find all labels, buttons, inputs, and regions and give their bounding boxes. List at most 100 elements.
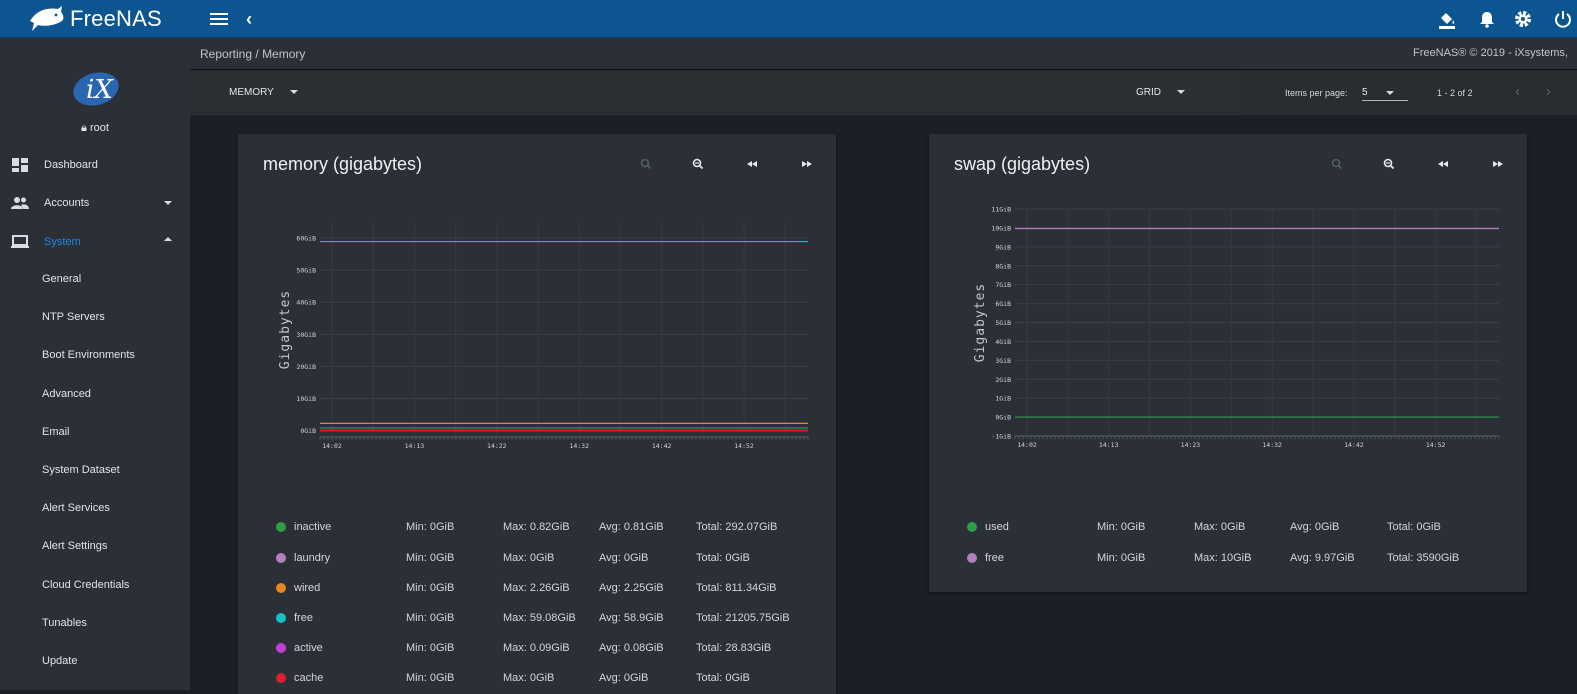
caret-down-icon[interactable] xyxy=(164,201,172,205)
memory-chart-card: memory (gigabytes) 0GiB 10GiB 20GiB 30GiB 40… xyxy=(238,134,836,694)
sidebar-subitem-tunables[interactable]: Tunables xyxy=(0,606,190,642)
step-backward-icon[interactable] xyxy=(743,156,761,172)
legend-name: cache xyxy=(294,672,324,684)
legend-max: Max: 10GiB xyxy=(1194,552,1252,564)
y-tick-label: 4GiB xyxy=(995,338,1011,346)
breadcrumb-current: Memory xyxy=(262,47,306,61)
step-forward-icon[interactable] xyxy=(798,156,816,172)
legend-item-active[interactable]: active Min: 0GiB Max: 0.09GiB Avg: 0.08GiB T… xyxy=(238,639,838,659)
zoom-out-icon[interactable] xyxy=(1381,156,1399,172)
legend-color-dot xyxy=(276,583,286,593)
legend-max: Max: 0.09GiB xyxy=(503,642,570,654)
previous-page-icon[interactable]: ‹ xyxy=(1515,83,1520,100)
sidebar-item-dashboard[interactable]: Dashboard xyxy=(0,147,190,183)
sidebar-subitem-advanced[interactable]: Advanced xyxy=(0,377,190,413)
legend-name: free xyxy=(294,612,313,624)
y-tick-label: 3GiB xyxy=(995,357,1011,365)
step-forward-icon[interactable] xyxy=(1489,156,1507,172)
x-tick-label: 14:52 xyxy=(734,442,754,450)
legend-max: Max: 2.26GiB xyxy=(503,582,570,594)
legend-item-cache[interactable]: cache Min: 0GiB Max: 0GiB Avg: 0GiB Total: 0… xyxy=(238,669,838,689)
memory-line-chart: 0GiB 10GiB 20GiB 30GiB 40GiB 50GiB 60GiB 14:02 1… xyxy=(278,222,809,450)
legend-total: Total: 3590GiB xyxy=(1387,552,1460,564)
legend-total: Total: 0GiB xyxy=(696,552,750,564)
y-tick-label: 5GiB xyxy=(995,319,1011,327)
legend-color-dot xyxy=(276,643,286,653)
sidebar-subitem-alert-settings[interactable]: Alert Settings xyxy=(0,529,190,565)
layout-value: GRID xyxy=(1136,87,1161,98)
legend-max: Max: 0GiB xyxy=(503,672,555,684)
zoom-out-icon[interactable] xyxy=(690,156,708,172)
caret-up-icon[interactable] xyxy=(164,237,172,241)
username: root xyxy=(89,122,109,134)
legend-item-inactive[interactable]: inactive Min: 0GiB Max: 0.82GiB Avg: 0.81Gi… xyxy=(238,518,838,538)
breadcrumb-bar: Reporting / Memory FreeNAS® © 2019 - iXs… xyxy=(190,38,1577,70)
sidebar-item-system[interactable]: System xyxy=(0,224,190,260)
layout-select[interactable]: GRID xyxy=(1136,87,1185,98)
y-axis-label: Gigabytes xyxy=(973,283,988,362)
legend-min: Min: 0GiB xyxy=(406,612,455,624)
settings-gear-icon[interactable] xyxy=(1513,9,1533,29)
legend-total: Total: 292.07GiB xyxy=(696,521,778,533)
legend-item-used[interactable]: used Min: 0GiB Max: 0GiB Avg: 0GiB Total: 0G… xyxy=(929,518,1529,538)
svg-text:iX: iX xyxy=(86,75,114,105)
sidebar-item-label: System xyxy=(44,236,81,248)
legend-name: free xyxy=(985,552,1004,564)
legend-min: Min: 0GiB xyxy=(406,552,455,564)
sidebar-subitem-update[interactable]: Update xyxy=(0,644,190,680)
legend-total: Total: 0GiB xyxy=(1387,521,1441,533)
freenas-logo[interactable]: FreeNAS xyxy=(28,2,162,36)
sidebar-subitem-label: System Dataset xyxy=(42,464,120,476)
legend-item-wired[interactable]: wired Min: 0GiB Max: 2.26GiB Avg: 2.25GiB To… xyxy=(238,579,838,599)
x-tick-label: 14:23 xyxy=(1181,441,1201,449)
sidebar-subitem-label: Cloud Credentials xyxy=(42,579,130,591)
legend-min: Min: 0GiB xyxy=(406,672,455,684)
legend-avg: Avg: 58.9GiB xyxy=(599,612,664,624)
legend-total: Total: 21205.75GiB xyxy=(696,612,790,624)
zoom-in-icon[interactable] xyxy=(1329,156,1347,172)
ix-avatar-logo: iX xyxy=(73,72,119,106)
legend-color-dot xyxy=(276,673,286,683)
sidebar-item-accounts[interactable]: Accounts xyxy=(0,185,190,221)
sidebar-subitem-ntp-servers[interactable]: NTP Servers xyxy=(0,300,190,336)
sidebar-subitem-email[interactable]: Email xyxy=(0,415,190,451)
legend-item-free[interactable]: free Min: 0GiB Max: 10GiB Avg: 9.97GiB Total… xyxy=(929,549,1529,569)
step-backward-icon[interactable] xyxy=(1434,156,1452,172)
power-icon[interactable] xyxy=(1553,9,1573,29)
legend-name: active xyxy=(294,642,323,654)
next-page-icon[interactable]: › xyxy=(1546,83,1551,100)
sidebar-subitem-cloud-credentials[interactable]: Cloud Credentials xyxy=(0,568,190,604)
items-per-page-select[interactable]: 5 xyxy=(1362,85,1408,101)
current-user[interactable]: 🔒︎ root xyxy=(0,122,190,135)
breadcrumb-reporting[interactable]: Reporting xyxy=(200,47,252,61)
zoom-in-icon[interactable] xyxy=(638,156,656,172)
dashboard-icon xyxy=(12,158,28,172)
legend-min: Min: 0GiB xyxy=(1097,521,1146,533)
swap-chart-card: swap (gigabytes) -1GiB 0GiB 1GiB 2GiB 3GiB 4G… xyxy=(929,134,1527,592)
notifications-bell-icon[interactable] xyxy=(1477,9,1497,29)
menu-toggle-icon[interactable] xyxy=(208,10,230,28)
legend-min: Min: 0GiB xyxy=(406,582,455,594)
legend-color-dot xyxy=(276,553,286,563)
sidebar-subitem-general[interactable]: General xyxy=(0,262,190,298)
legend-item-laundry[interactable]: laundry Min: 0GiB Max: 0GiB Avg: 0GiB Total:… xyxy=(238,549,838,569)
legend-item-free[interactable]: free Min: 0GiB Max: 59.08GiB Avg: 58.9GiB To… xyxy=(238,609,838,629)
y-tick-label: 2GiB xyxy=(995,376,1011,384)
report-type-select[interactable]: MEMORY xyxy=(229,87,298,98)
legend-min: Min: 0GiB xyxy=(406,521,455,533)
y-tick-label: 11GiB xyxy=(991,206,1011,214)
sidebar-subitem-label: General xyxy=(42,273,82,285)
sidebar-subitem-label: Alert Services xyxy=(42,502,110,514)
chevron-left-icon[interactable]: ‹ xyxy=(246,9,252,30)
x-tick-label: 14:02 xyxy=(322,442,342,450)
legend-avg: Avg: 2.25GiB xyxy=(599,582,664,594)
page-range-label: 1 - 2 of 2 xyxy=(1437,88,1473,98)
sidebar-subitem-boot-environments[interactable]: Boot Environments xyxy=(0,338,190,374)
items-per-page-label: Items per page: xyxy=(1285,88,1348,98)
y-tick-label: -1GiB xyxy=(991,433,1011,441)
theme-paint-icon[interactable] xyxy=(1437,9,1457,29)
legend-name: used xyxy=(985,521,1009,533)
sidebar-subitem-alert-services[interactable]: Alert Services xyxy=(0,491,190,527)
y-axis-label: Gigabytes xyxy=(278,290,293,369)
sidebar-subitem-system-dataset[interactable]: System Dataset xyxy=(0,453,190,489)
